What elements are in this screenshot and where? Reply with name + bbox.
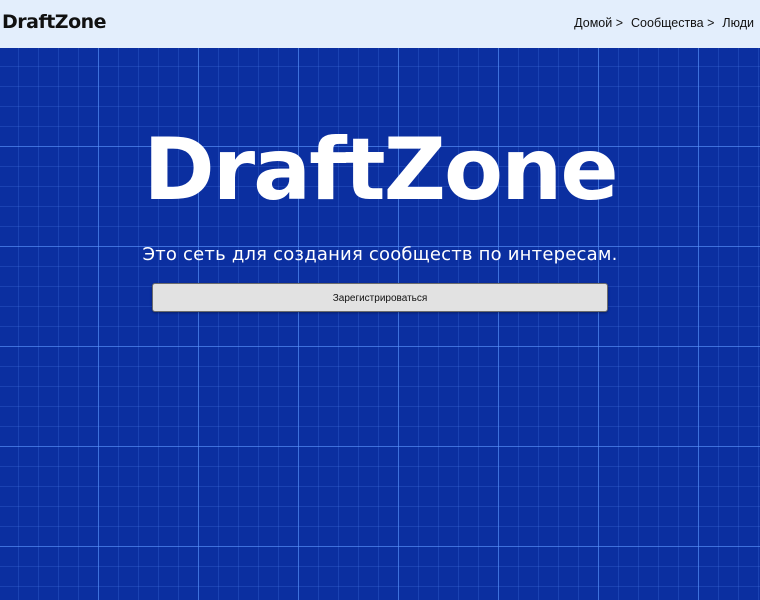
- hero-section: DraftZone Это сеть для создания сообщест…: [0, 48, 760, 600]
- main-nav: Домой > Сообщества > Люди: [574, 16, 754, 30]
- top-header: DraftZone Домой > Сообщества > Люди: [0, 0, 760, 48]
- hero-title: DraftZone: [143, 120, 618, 220]
- register-button[interactable]: Зарегистрироваться: [152, 283, 608, 312]
- nav-link-people[interactable]: Люди: [722, 16, 754, 30]
- nav-link-home[interactable]: Домой >: [574, 16, 623, 30]
- logo[interactable]: DraftZone: [2, 11, 107, 33]
- hero-subtitle: Это сеть для создания сообществ по интер…: [142, 244, 618, 265]
- nav-link-communities[interactable]: Сообщества >: [631, 16, 714, 30]
